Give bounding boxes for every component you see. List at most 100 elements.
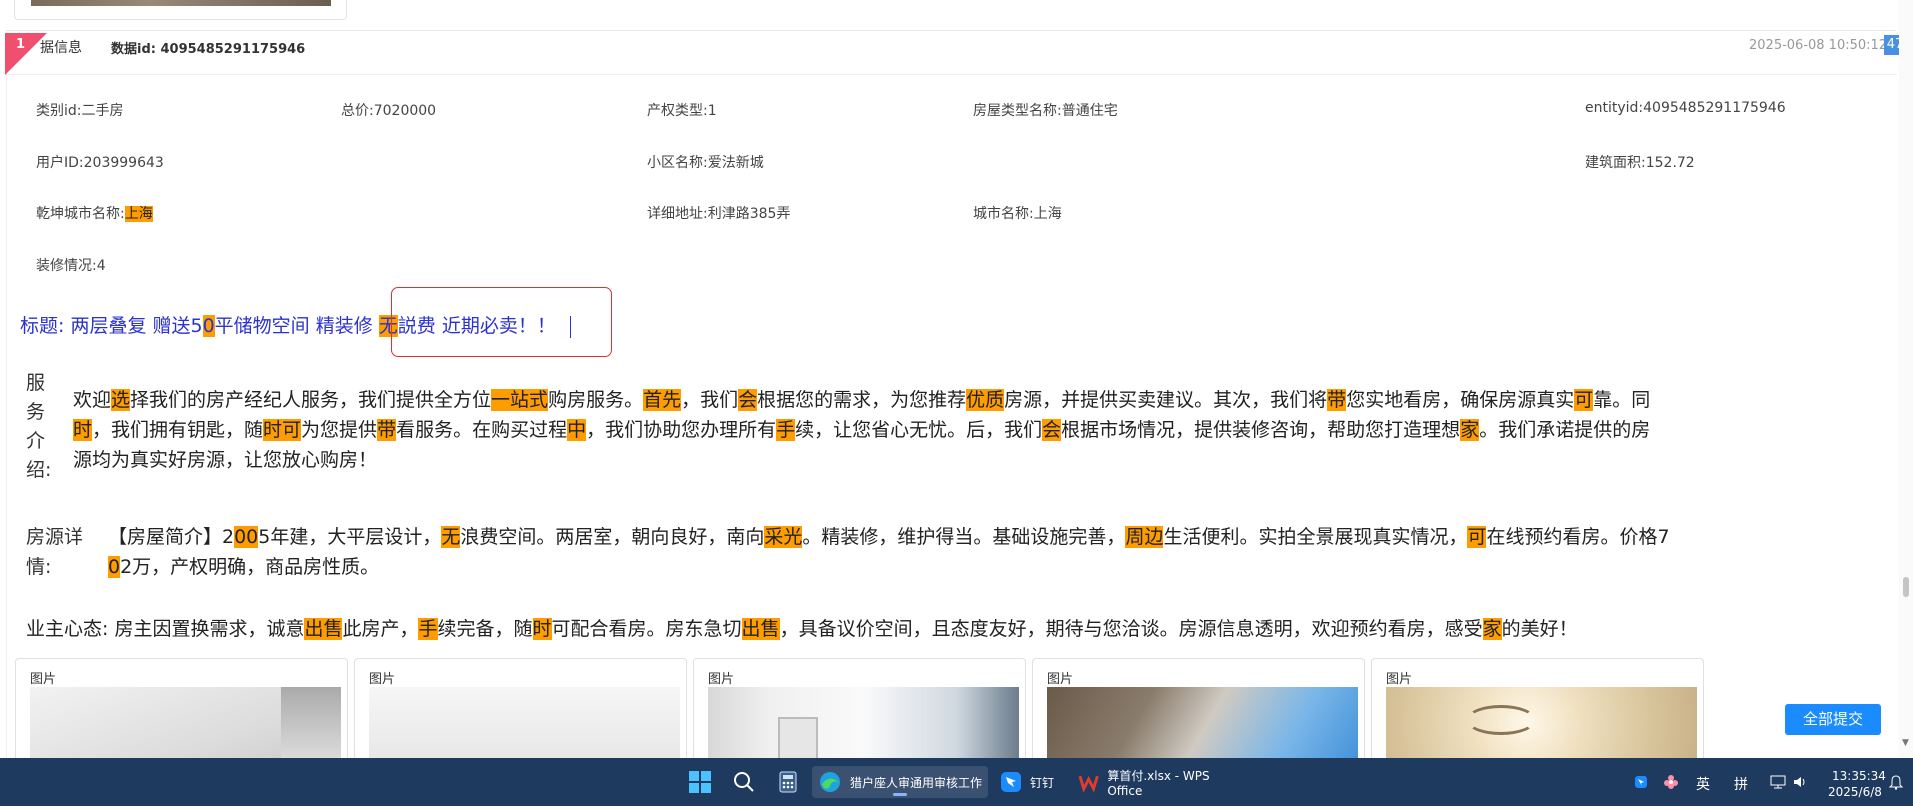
text-run: ，我们 xyxy=(681,389,739,411)
annotation-box xyxy=(391,287,612,357)
photo-card[interactable]: 图片 xyxy=(354,658,687,758)
search-button[interactable] xyxy=(728,766,760,798)
flower-icon xyxy=(1664,775,1678,789)
edge-browser-icon xyxy=(820,772,840,792)
text-run: 续完备，随 xyxy=(437,618,533,640)
keyword-highlight: 家 xyxy=(1482,618,1502,640)
ime-language-indicator[interactable]: 英 xyxy=(1696,774,1710,794)
service-label-char: 务 xyxy=(26,401,46,423)
record-section-label: 据信息 xyxy=(40,40,82,56)
text-run: 购房服务。 xyxy=(548,389,644,411)
keyword-highlight: 一站式 xyxy=(491,389,549,411)
photo-label: 图片 xyxy=(1047,672,1074,687)
keyword-highlight: 时 xyxy=(73,419,93,441)
service-line-1: 欢迎选择我们的房产经纪人服务，我们提供全方位一站式购房服务。首先，我们会根据您的… xyxy=(73,385,1863,415)
text-run: 2万，产权明确，商品房性质。 xyxy=(120,556,380,578)
service-label-char: 服 xyxy=(26,372,46,394)
detail-label-line: 房源详 xyxy=(26,526,84,548)
field-entity-id: entityid:4095485291175946 xyxy=(1585,100,1786,116)
record-data-id: 数据id: 4095485291175946 xyxy=(111,42,306,57)
active-indicator xyxy=(893,793,907,796)
text-run: 源均为真实好房源，让您放心购房！ xyxy=(73,449,378,471)
clock-date[interactable]: 2025/6/8 xyxy=(1828,785,1882,799)
scroll-down-arrow-icon[interactable]: ▼ xyxy=(1902,738,1909,748)
owner-text: 业主心态: 房主因置换需求，诚意出售此房产，手续完备，随时可配合看房。房东急切出… xyxy=(26,614,1578,644)
record-timestamp: 2025-06-08 10:50:12 xyxy=(1749,38,1888,53)
notifications-button[interactable] xyxy=(1886,766,1906,798)
scrollbar-thumb[interactable] xyxy=(1903,577,1909,597)
detail-line-2: 02万，产权明确，商品房性质。 xyxy=(108,552,1868,582)
keyword-highlight: 家 xyxy=(1460,419,1480,441)
service-line-2: 时，我们拥有钥匙，随时可为您提供带看服务。在购买过程中，我们协助您办理所有手续，… xyxy=(73,415,1863,445)
wps-office-icon xyxy=(1078,775,1099,793)
keyword-highlight: 中 xyxy=(567,419,587,441)
keyword-highlight: 时 xyxy=(532,618,552,640)
network-button[interactable] xyxy=(1768,766,1788,798)
detail-text: 【房屋简介】2005年建，大平层设计，无浪费空间。两居室，朝向良好，南向采光。精… xyxy=(108,522,1868,582)
field-qk-city-value: 上海 xyxy=(124,206,153,222)
start-button[interactable] xyxy=(684,766,716,798)
photo-card[interactable]: 图片 xyxy=(1371,658,1704,758)
search-icon xyxy=(734,772,754,792)
field-city: 城市名称:上海 xyxy=(973,206,1062,222)
taskbar-app-label: 猎户座人审通用审核工作 xyxy=(850,775,983,790)
title-part: 平储物空间 精装修 xyxy=(214,315,379,337)
text-run: 续，让您省心无忧。后，我们 xyxy=(795,419,1043,441)
taskbar-app-label: 算首付.xlsx - WPS Office xyxy=(1107,768,1210,798)
service-text: 欢迎选择我们的房产经纪人服务，我们提供全方位一站式购房服务。首先，我们会根据您的… xyxy=(73,385,1863,475)
field-category: 类别id:二手房 xyxy=(36,103,124,119)
photo-card[interactable]: 图片 xyxy=(1032,658,1365,758)
photo-image[interactable] xyxy=(369,687,680,758)
photo-image[interactable] xyxy=(30,687,341,758)
taskbar-app-browser[interactable]: 猎户座人审通用审核工作 xyxy=(812,766,988,798)
text-run: 的美好！ xyxy=(1501,618,1578,640)
photo-card[interactable]: 图片 xyxy=(693,658,1026,758)
text-run: 房源，并提供买卖建议。其次，我们将 xyxy=(1004,389,1328,411)
detail-line-1: 【房屋简介】2005年建，大平层设计，无浪费空间。两居室，朝向良好，南向采光。精… xyxy=(108,522,1868,552)
header-divider xyxy=(7,74,1897,75)
title-highlight: 0 xyxy=(202,315,215,337)
service-label-char: 绍: xyxy=(26,459,52,481)
text-run: 。精装修，维护得当。基础设施完善， xyxy=(802,526,1126,548)
calculator-icon xyxy=(779,771,797,793)
detail-label: 房源详 情: xyxy=(26,522,96,582)
tray-app-1[interactable] xyxy=(1630,766,1652,798)
text-run: 根据市场情况，提供装修咨询，帮助您打造理想 xyxy=(1061,419,1461,441)
taskbar-app-dingtalk[interactable]: 钉钉 xyxy=(996,766,1066,798)
submit-all-button[interactable]: 全部提交 xyxy=(1785,704,1881,735)
photo-image[interactable] xyxy=(1047,687,1358,758)
text-run: 可配合看房。房东急切 xyxy=(551,618,742,640)
tray-app-2[interactable] xyxy=(1660,766,1682,798)
text-run: 欢迎 xyxy=(73,389,112,411)
photo-card[interactable]: 图片 xyxy=(15,658,348,758)
text-run: ，我们拥有钥匙，随 xyxy=(92,419,264,441)
field-property-right: 产权类型:1 xyxy=(647,103,717,119)
keyword-highlight: 带 xyxy=(1327,389,1347,411)
keyword-highlight: 会 xyxy=(1042,419,1062,441)
ime-mode-indicator[interactable]: 拼 xyxy=(1734,774,1748,794)
photo-label: 图片 xyxy=(30,672,57,687)
text-run: ，具备议价空间，且态度友好，期待与您洽谈。房源信息透明，欢迎预约看房，感受 xyxy=(779,618,1483,640)
volume-icon xyxy=(1794,777,1805,787)
taskbar-app-wps[interactable]: 算首付.xlsx - WPS Office xyxy=(1074,766,1244,798)
keyword-highlight: 可 xyxy=(1467,526,1487,548)
photo-image[interactable] xyxy=(1386,687,1697,758)
photo-image[interactable] xyxy=(708,687,1019,758)
text-run: 。我们承诺提供的房 xyxy=(1479,419,1651,441)
tray-app-icon xyxy=(1635,776,1647,788)
volume-button[interactable] xyxy=(1790,766,1810,798)
field-community: 小区名称:爱法新城 xyxy=(647,155,764,171)
text-run: 您实地看房，确保房源真实 xyxy=(1346,389,1575,411)
field-qk-city: 乾坤城市名称:上海 xyxy=(36,203,153,223)
text-run: 浪费空间。两居室，朝向良好，南向 xyxy=(460,526,765,548)
network-icon xyxy=(1770,775,1786,789)
calculator-button[interactable] xyxy=(772,766,804,798)
vertical-scrollbar[interactable]: ▼ xyxy=(1899,0,1913,758)
keyword-highlight: 会 xyxy=(738,389,758,411)
keyword-highlight: 出售 xyxy=(304,618,343,640)
text-run: 此房产， xyxy=(342,618,419,640)
keyword-highlight: 优质 xyxy=(966,389,1005,411)
field-qk-city-label: 乾坤城市名称: xyxy=(36,206,125,222)
photo-label: 图片 xyxy=(708,672,735,687)
clock-time[interactable]: 13:35:34 xyxy=(1832,769,1886,783)
